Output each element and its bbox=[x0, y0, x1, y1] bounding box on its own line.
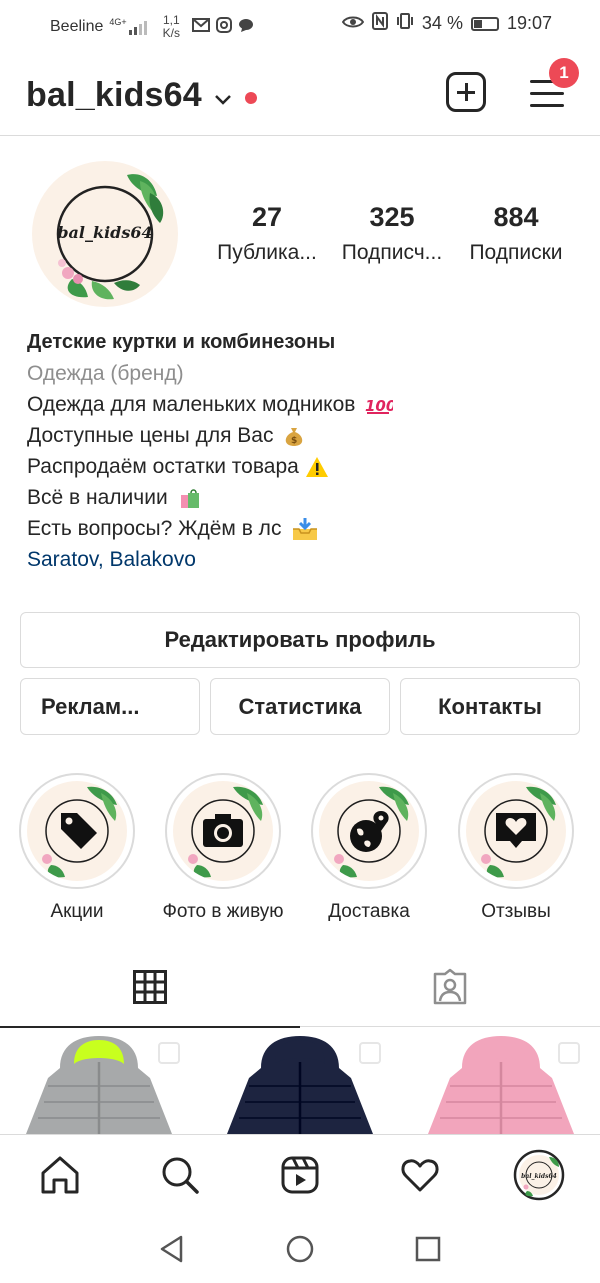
profile-location-link[interactable]: Saratov, Balakovo bbox=[27, 544, 393, 575]
highlight-live-photos[interactable]: Фото в живую bbox=[162, 773, 284, 923]
edit-profile-button[interactable]: Редактировать профиль bbox=[20, 612, 580, 668]
clock: 19:07 bbox=[506, 13, 552, 33]
highlight-promotions[interactable]: Акции bbox=[18, 773, 136, 923]
stat-following[interactable]: 884 Подписки bbox=[458, 202, 574, 265]
highlight-label: Акции bbox=[50, 901, 104, 922]
instagram-icon bbox=[215, 16, 232, 38]
shopping-bags-icon bbox=[180, 489, 199, 509]
highlight-cover bbox=[165, 773, 281, 889]
system-navigation-bar bbox=[0, 1218, 600, 1283]
highlight-cover bbox=[458, 773, 574, 889]
mail-icon bbox=[191, 17, 210, 37]
highlight-reviews[interactable]: Отзывы bbox=[457, 773, 575, 923]
profile-category: Одежда (бренд) bbox=[27, 362, 184, 385]
bio-line: Доступные цены для Вас $ bbox=[27, 420, 393, 451]
stat-followers[interactable]: 325 Подписч... bbox=[334, 202, 450, 265]
avatar-logo-text: bal_kids64 bbox=[57, 223, 153, 242]
create-post-button[interactable] bbox=[446, 72, 486, 112]
recents-icon[interactable] bbox=[413, 1234, 443, 1264]
carrier-label: Beeline bbox=[50, 18, 104, 35]
status-bar: Beeline 4G+ 1,1 K/s 34 % 19:07 bbox=[0, 0, 600, 46]
warning-icon bbox=[305, 457, 328, 478]
hundred-points-icon: 100 bbox=[365, 397, 393, 415]
stat-following-label: Подписки bbox=[469, 241, 563, 264]
svg-text:bal_kids64: bal_kids64 bbox=[521, 1173, 557, 1180]
heart-message-icon bbox=[481, 786, 556, 878]
multiple-photos-icon bbox=[359, 1042, 381, 1064]
profile-tabs bbox=[0, 955, 600, 1028]
vibrate-icon bbox=[396, 12, 414, 35]
post-thumbnail[interactable] bbox=[0, 1028, 198, 1134]
posts-grid bbox=[0, 1028, 600, 1134]
promotions-button[interactable]: Реклам... bbox=[20, 678, 200, 735]
highlight-label: Доставка bbox=[328, 901, 410, 922]
grid-icon bbox=[133, 970, 167, 1004]
camera-icon bbox=[188, 786, 263, 878]
new-activity-dot bbox=[245, 92, 257, 104]
nav-reels[interactable] bbox=[278, 1153, 322, 1197]
inbox-tray-icon bbox=[293, 518, 318, 541]
profile-name: Детские куртки и комбинезоны bbox=[27, 331, 336, 353]
bio-line: Всё в наличии bbox=[27, 482, 393, 513]
account-switcher[interactable]: bal_kids64 bbox=[26, 76, 202, 115]
heart-icon bbox=[401, 1159, 439, 1192]
reels-icon bbox=[281, 1156, 319, 1194]
stat-posts[interactable]: 27 Публика... bbox=[210, 202, 324, 265]
battery-percent: 34 % bbox=[421, 13, 463, 33]
stat-followers-label: Подписч... bbox=[341, 241, 443, 264]
post-thumbnail[interactable] bbox=[201, 1028, 399, 1134]
battery-icon bbox=[470, 16, 499, 31]
svg-text:$: $ bbox=[291, 436, 297, 446]
globe-pin-icon bbox=[334, 786, 409, 878]
stat-posts-label: Публика... bbox=[217, 241, 317, 264]
nav-search[interactable] bbox=[158, 1153, 202, 1197]
tab-posts-grid[interactable] bbox=[0, 955, 300, 1028]
insights-button[interactable]: Статистика bbox=[210, 678, 390, 735]
profile-avatar[interactable]: bal_kids64 bbox=[32, 161, 178, 307]
profile-avatar-icon: bal_kids64 bbox=[513, 1149, 565, 1201]
contacts-button[interactable]: Контакты bbox=[400, 678, 580, 735]
bio-line: Распродаём остатки товара bbox=[27, 451, 393, 482]
nav-activity[interactable] bbox=[398, 1153, 442, 1197]
nfc-icon bbox=[371, 12, 388, 35]
multiple-photos-icon bbox=[158, 1042, 180, 1064]
nav-profile[interactable]: bal_kids64 bbox=[513, 1149, 565, 1201]
home-button-icon[interactable] bbox=[285, 1234, 315, 1264]
tab-tagged[interactable] bbox=[300, 955, 600, 1027]
tagged-icon bbox=[433, 968, 467, 1005]
bio-line: Одежда для маленьких модников 100 bbox=[27, 389, 393, 420]
highlight-cover bbox=[311, 773, 427, 889]
money-bag-icon: $ bbox=[286, 428, 303, 447]
tag-icon bbox=[42, 786, 117, 878]
post-thumbnail[interactable] bbox=[402, 1028, 600, 1134]
search-icon bbox=[162, 1157, 199, 1194]
highlight-delivery[interactable]: Доставка bbox=[310, 773, 428, 923]
highlight-cover bbox=[19, 773, 135, 889]
eye-icon bbox=[341, 13, 365, 34]
stat-following-count: 884 bbox=[493, 202, 539, 232]
network-speed: 1,1 K/s bbox=[162, 13, 180, 40]
stat-posts-count: 27 bbox=[251, 202, 283, 232]
highlight-label: Фото в живую bbox=[162, 901, 284, 922]
notification-badge: 1 bbox=[549, 58, 579, 88]
back-icon[interactable] bbox=[157, 1234, 187, 1264]
nav-home[interactable] bbox=[38, 1153, 82, 1197]
multiple-photos-icon bbox=[558, 1042, 580, 1064]
profile-bio: Детские куртки и комбинезоны Одежда (бре… bbox=[27, 327, 393, 575]
chat-icon bbox=[238, 17, 254, 38]
stat-followers-count: 325 bbox=[369, 202, 415, 232]
bio-line: Есть вопросы? Ждём в лс bbox=[27, 513, 393, 544]
highlight-label: Отзывы bbox=[481, 901, 551, 922]
signal-icon: 4G+ bbox=[109, 17, 147, 35]
home-icon bbox=[41, 1156, 79, 1194]
bottom-navigation: bal_kids64 bbox=[0, 1134, 600, 1218]
profile-top-bar: bal_kids64 bbox=[0, 56, 600, 136]
chevron-down-icon[interactable] bbox=[214, 86, 232, 112]
